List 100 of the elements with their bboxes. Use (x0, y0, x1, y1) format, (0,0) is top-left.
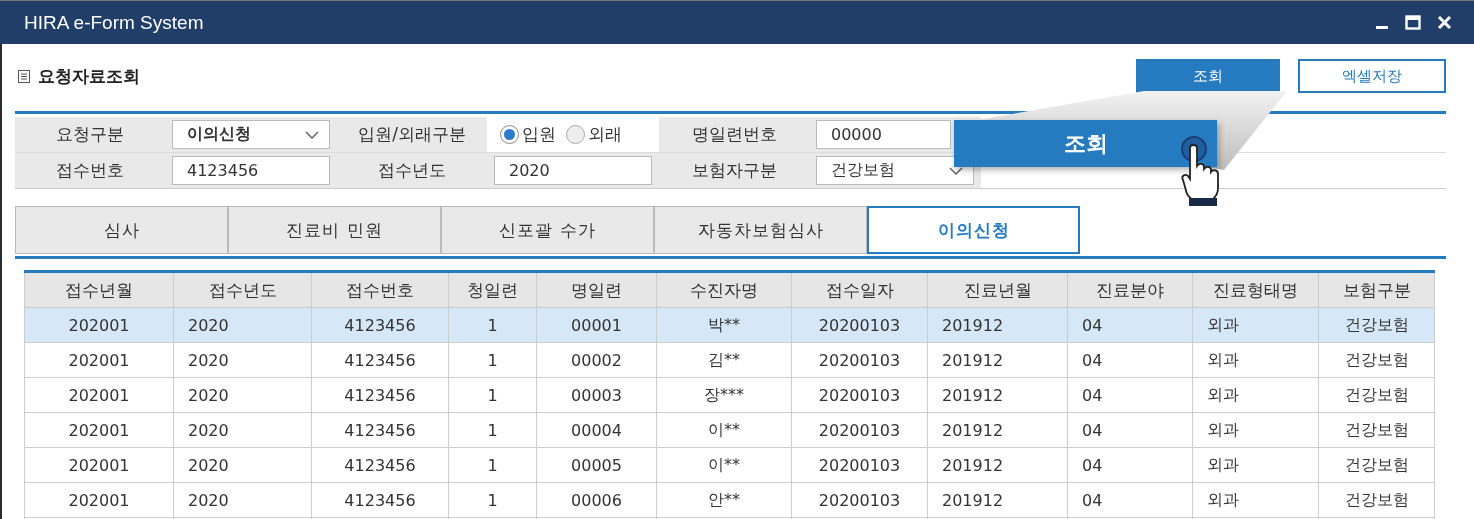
table-cell: 건강보험 (1319, 413, 1435, 447)
table-cell: 장*** (657, 378, 792, 412)
table-cell: 2020 (174, 343, 312, 377)
table-cell: 외과 (1193, 413, 1319, 447)
table-cell: 00005 (537, 448, 657, 482)
table-cell: 2020 (174, 448, 312, 482)
table-cell: 건강보험 (1319, 308, 1435, 342)
table-cell: 201912 (928, 378, 1068, 412)
table-cell: 201912 (928, 413, 1068, 447)
column-header: 수진자명 (657, 273, 792, 307)
table-cell: 건강보험 (1319, 483, 1435, 517)
field-label: 보험자구분 (659, 153, 809, 188)
table-cell: 20200103 (792, 483, 928, 517)
table-cell: 1 (449, 483, 537, 517)
table-cell: 201912 (928, 483, 1068, 517)
table-cell: 2020 (174, 483, 312, 517)
column-header: 진료분야 (1068, 273, 1193, 307)
column-header: 보험구분 (1319, 273, 1435, 307)
chevron-down-icon (949, 166, 963, 175)
column-header: 접수번호 (312, 273, 449, 307)
table-cell: 2020 (174, 308, 312, 342)
radio-button[interactable] (500, 125, 519, 144)
column-header: 진료년월 (928, 273, 1068, 307)
dropdown[interactable]: 이의신청 (172, 120, 330, 149)
field-label: 입원/외래구분 (337, 117, 487, 152)
document-icon (18, 69, 30, 83)
table-cell: 00001 (537, 308, 657, 342)
column-header: 접수년도 (174, 273, 312, 307)
table-cell: 201912 (928, 448, 1068, 482)
table-row[interactable]: 202001 2020 4123456 1 00003 장*** 20200103 201912 04 외과 건강보험 (24, 378, 1435, 413)
table-cell: 외과 (1193, 378, 1319, 412)
table-cell: 외과 (1193, 483, 1319, 517)
table-row[interactable]: 202001 2020 4123456 1 00005 이** 20200103 201912 04 외과 건강보험 (24, 448, 1435, 483)
table-cell: 201912 (928, 308, 1068, 342)
radio-label: 입원 (522, 123, 556, 146)
table-cell: 안** (657, 483, 792, 517)
table-cell: 4123456 (312, 378, 449, 412)
page-title: 요청자료조회 (38, 64, 140, 88)
tab[interactable]: 이의신청 (867, 206, 1080, 254)
table-cell: 20200103 (792, 343, 928, 377)
column-header: 청일련 (449, 273, 537, 307)
column-header: 접수년월 (24, 273, 174, 307)
table-cell: 2020 (174, 413, 312, 447)
search-button[interactable]: 조회 (1136, 59, 1280, 93)
table-cell: 202001 (24, 343, 174, 377)
tab[interactable]: 진료비 민원 (228, 206, 441, 254)
table-cell: 202001 (24, 448, 174, 482)
table-cell: 외과 (1193, 308, 1319, 342)
table-cell: 박** (657, 308, 792, 342)
close-icon[interactable] (1437, 15, 1452, 30)
table-cell: 202001 (24, 378, 174, 412)
table-cell: 1 (449, 343, 537, 377)
table-cell: 20200103 (792, 448, 928, 482)
table-cell: 04 (1068, 378, 1193, 412)
chevron-down-icon (305, 130, 319, 139)
table-cell: 20200103 (792, 378, 928, 412)
table-cell: 건강보험 (1319, 343, 1435, 377)
table-cell: 04 (1068, 308, 1193, 342)
dropdown[interactable]: 건강보험 (816, 156, 974, 185)
excel-save-button[interactable]: 엑셀저장 (1298, 59, 1446, 93)
table-cell: 외과 (1193, 343, 1319, 377)
table-cell: 00003 (537, 378, 657, 412)
tab[interactable]: 심사 (15, 206, 228, 254)
table-cell: 00004 (537, 413, 657, 447)
tab[interactable]: 신포괄 수가 (441, 206, 654, 254)
table-cell: 2020 (174, 378, 312, 412)
table-row[interactable]: 202001 2020 4123456 1 00001 박** 20200103 201912 04 외과 건강보험 (24, 308, 1435, 343)
table-cell: 1 (449, 448, 537, 482)
column-header: 접수일자 (792, 273, 928, 307)
input-field[interactable]: 4123456 (172, 156, 330, 185)
field-label: 요청구분 (15, 117, 165, 152)
enlarged-search-button[interactable]: 조회 (954, 120, 1217, 167)
table-cell: 이** (657, 413, 792, 447)
table-cell: 202001 (24, 308, 174, 342)
tab[interactable]: 자동차보험심사 (654, 206, 867, 254)
window-title: HIRA e-Form System (24, 11, 204, 34)
table-row[interactable]: 202001 2020 4123456 1 00004 이** 20200103 201912 04 외과 건강보험 (24, 413, 1435, 448)
table-cell: 20200103 (792, 308, 928, 342)
column-header: 진료형태명 (1193, 273, 1319, 307)
table-cell: 04 (1068, 448, 1193, 482)
table-cell: 4123456 (312, 308, 449, 342)
table-cell: 00002 (537, 343, 657, 377)
maximize-icon[interactable] (1405, 15, 1421, 30)
radio-button[interactable] (566, 125, 585, 144)
input-field[interactable]: 2020 (494, 156, 652, 185)
field-label: 접수번호 (15, 153, 165, 188)
table-cell: 00006 (537, 483, 657, 517)
table-cell: 04 (1068, 483, 1193, 517)
table-cell: 4123456 (312, 343, 449, 377)
table-row[interactable]: 202001 2020 4123456 1 00006 안** 20200103 201912 04 외과 건강보험 (24, 483, 1435, 518)
table-cell: 20200103 (792, 413, 928, 447)
table-cell: 외과 (1193, 448, 1319, 482)
table-cell: 김** (657, 343, 792, 377)
table-cell: 1 (449, 308, 537, 342)
table-row[interactable]: 202001 2020 4123456 1 00002 김** 20200103 201912 04 외과 건강보험 (24, 343, 1435, 378)
table-cell: 4123456 (312, 483, 449, 517)
input-field[interactable]: 00000 (816, 120, 951, 149)
table-cell: 04 (1068, 343, 1193, 377)
table-cell: 202001 (24, 483, 174, 517)
field-label: 명일련번호 (659, 117, 809, 152)
